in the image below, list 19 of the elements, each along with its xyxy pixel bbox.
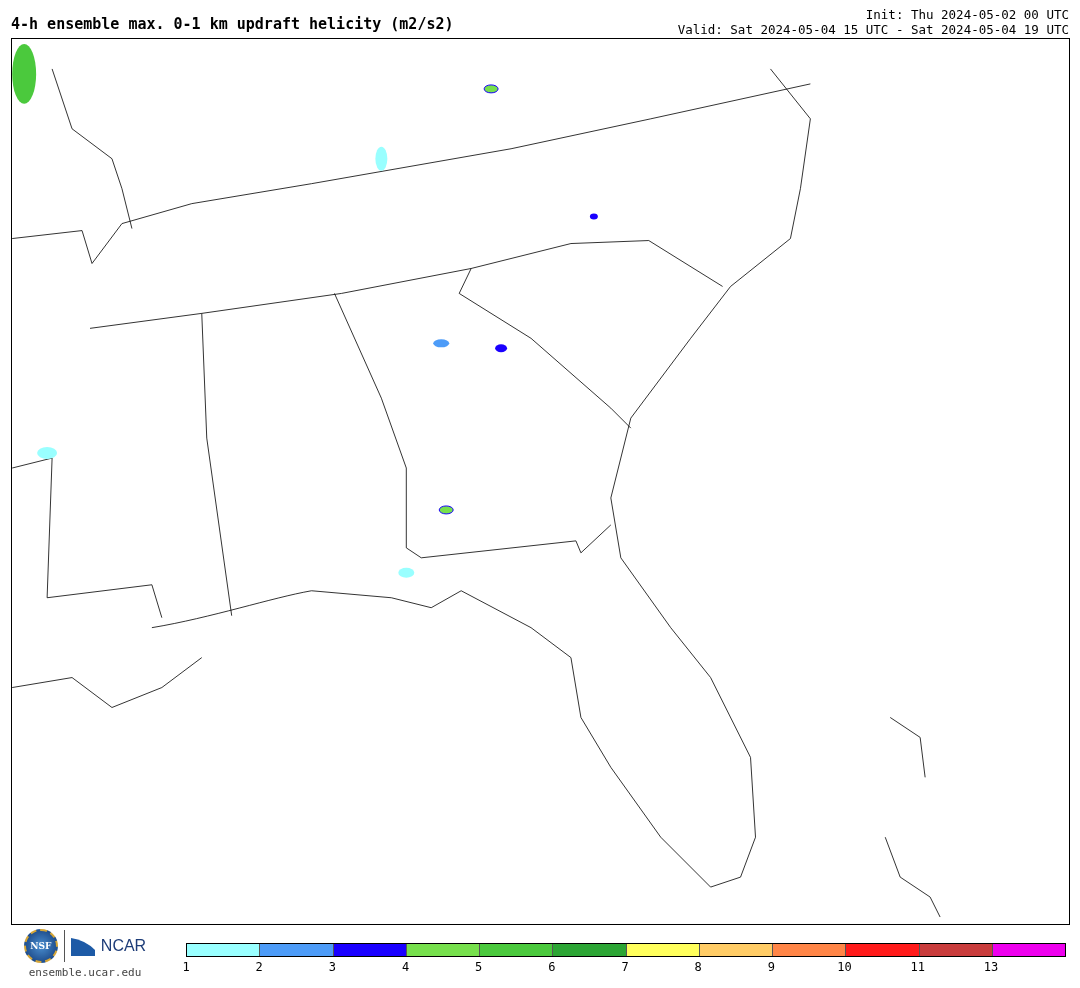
scale-label: 3 (328, 960, 336, 974)
scale-label: 4 (401, 960, 410, 974)
init-time: Init: Thu 2024-05-02 00 UTC (865, 7, 1069, 22)
website-url: ensemble.ucar.edu (28, 966, 142, 979)
ncar-swoosh-icon (70, 936, 95, 956)
scale-label: 6 (548, 960, 556, 974)
scale-label: 1 (182, 960, 190, 974)
scale-label: 2 (255, 960, 263, 974)
scale-label: 13 (983, 960, 999, 974)
scale-label: 5 (475, 960, 483, 974)
scale-label: 9 (767, 960, 775, 974)
nsf-logo: NSF (23, 929, 58, 963)
scale-label: 10 (837, 960, 852, 974)
valid-time: Valid: Sat 2024-05-04 15 UTC - Sat 2024-05-04 19 UTC (677, 22, 1069, 37)
scale-label: 8 (694, 960, 702, 974)
scale-label: 11 (910, 960, 925, 974)
chart-title: 4-h ensemble max. 0-1 km updraft helicity (m2/s2) (11, 15, 454, 33)
ncar-logo-text: NCAR (100, 937, 147, 955)
scale-label: 7 (621, 960, 629, 974)
